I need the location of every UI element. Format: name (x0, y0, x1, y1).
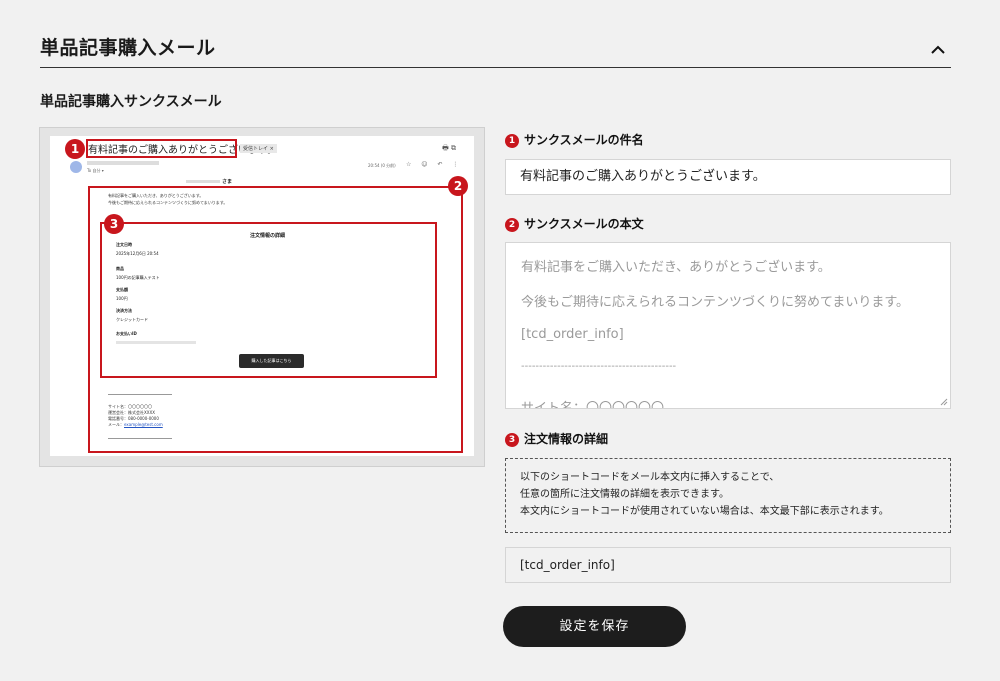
subject-input[interactable]: 有料記事のご購入ありがとうございます。 (505, 159, 951, 195)
textarea-line: 有料記事をご購入いただき、ありがとうございます。 (521, 260, 831, 275)
textarea-line: [tcd_order_info] (521, 327, 624, 342)
number-badge: 1 (505, 133, 519, 148)
body-textarea[interactable]: 有料記事をご購入いただき、ありがとうございます。 今後もご期待に応えられるコンテ… (505, 242, 951, 409)
resize-handle-icon[interactable] (940, 398, 948, 406)
badge-3: 3 (104, 214, 124, 234)
preview-to: To 自分 ▾ (87, 168, 104, 173)
preview-inbox-tag: 受信トレイ × (240, 144, 277, 153)
preview-header-icons: 🖶 ⧉ (442, 144, 456, 152)
order-info-note: 以下のショートコードをメール本文内に挿入することで、 任意の箇所に注文情報の詳細… (505, 458, 951, 533)
body-field-label: 2 サンクスメールの本文 (505, 215, 644, 232)
textarea-line: ----------------------------------------… (521, 361, 677, 372)
textarea-line: 今後もご期待に応えられるコンテンツづくりに努めてまいります。 (521, 295, 910, 310)
badge-2: 2 (448, 176, 468, 196)
save-button[interactable]: 設定を保存 (503, 606, 686, 647)
textarea-line: サイト名：〇〇〇〇〇〇 (521, 401, 665, 409)
section-title: 単品記事購入メール (40, 37, 216, 59)
number-badge: 2 (505, 217, 519, 232)
section-divider (40, 67, 951, 68)
preview-row-icons: ☆ ☺ ↶ ⋮ (406, 161, 463, 168)
subsection-title: 単品記事購入サンクスメール (40, 94, 222, 110)
order-info-field-label: 3 注文情報の詳細 (505, 430, 608, 447)
preview-time: 20:54 (0 分前) (368, 163, 396, 168)
highlight-order-info (100, 222, 437, 378)
number-badge: 3 (505, 432, 519, 447)
shortcode-field[interactable]: [tcd_order_info] (505, 547, 951, 583)
highlight-subject (86, 139, 237, 158)
badge-1: 1 (65, 139, 85, 159)
subject-field-label: 1 サンクスメールの件名 (505, 131, 644, 148)
blurred-name (186, 180, 220, 183)
chevron-up-icon[interactable] (930, 44, 946, 56)
preview-sama: さま (222, 179, 233, 185)
avatar (70, 161, 82, 173)
blurred-sender (87, 161, 159, 165)
